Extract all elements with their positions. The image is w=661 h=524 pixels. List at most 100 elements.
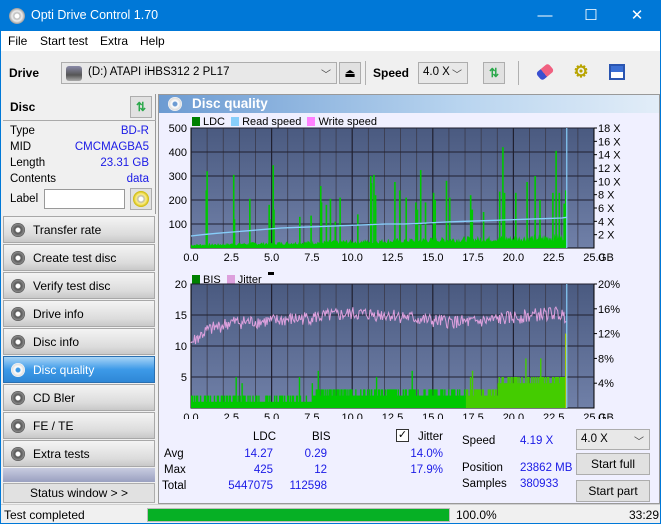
- contents-label: Contents: [10, 173, 57, 185]
- ldc-spike: [563, 203, 565, 248]
- y-right-tick-label: 10 X: [598, 176, 621, 188]
- length-value: 23.31 GB: [100, 157, 149, 169]
- ldc-chart: 100 200 300 400 500 2 X 4 X6 X8 X 10 X12 X14 X 1…: [169, 123, 622, 263]
- menu-help[interactable]: Help: [140, 34, 165, 48]
- ldc-spike: [416, 209, 419, 248]
- jitter-label: Jitter: [418, 431, 443, 443]
- start-part-button[interactable]: Start part: [576, 480, 650, 502]
- ldc-spike: [329, 198, 332, 248]
- separator: [365, 61, 366, 85]
- y-right-tick-label: 8 X: [598, 190, 615, 202]
- ldc-spike: [552, 192, 554, 248]
- app-window: Opti Drive Control 1.70 — ☐ ✕ File Start…: [1, 0, 660, 523]
- ldc-spike: [502, 147, 504, 248]
- nav-spacer: [3, 468, 155, 482]
- drive-select[interactable]: (D:) ATAPI iHBS312 2 PL17 ﹀: [61, 62, 337, 84]
- maximize-button[interactable]: ☐: [568, 0, 614, 31]
- y-tick-label: 300: [169, 171, 187, 183]
- avg-ldc: 14.27: [244, 448, 273, 460]
- total-bis: 112598: [289, 480, 327, 492]
- create-test-disc-icon: [11, 251, 25, 265]
- bis-jitter-chart: 5 10 15 20 4% 8% 12% 16% 20% 0.0 2.5 5.0 7.5 10.0 12.5…: [175, 279, 620, 419]
- disc-quality-icon: [168, 97, 182, 111]
- nav-cd-bler[interactable]: CD Bler: [3, 384, 155, 411]
- eraser-icon: [535, 63, 555, 81]
- settings-button[interactable]: ⚙: [570, 62, 592, 84]
- avg-jitter: 14.0%: [410, 448, 443, 460]
- transfer-rate-icon: [11, 223, 25, 237]
- erase-button[interactable]: [534, 62, 556, 84]
- verify-test-disc-icon: [11, 279, 25, 293]
- separator: [518, 61, 519, 85]
- mid-label: MID: [10, 141, 32, 153]
- length-label: Length: [10, 157, 46, 169]
- nav-create-test-disc[interactable]: Create test disc: [3, 244, 155, 271]
- x-tick-label: 10.0: [341, 412, 362, 419]
- drive-icon: [66, 66, 82, 81]
- eject-icon: ⏏: [344, 66, 356, 80]
- ldc-spike: [419, 170, 422, 248]
- y-tick-label: 500: [169, 123, 187, 135]
- window-title: Opti Drive Control 1.70: [31, 8, 159, 22]
- drive-value: (D:) ATAPI iHBS312 2 PL17: [88, 66, 230, 78]
- ldc-spike: [471, 209, 474, 248]
- start-full-button[interactable]: Start full: [576, 453, 650, 475]
- ldc-spike: [373, 174, 375, 248]
- speed-label: Speed: [373, 66, 410, 80]
- drive-info-icon: [11, 307, 25, 321]
- x-tick-label: 20.0: [503, 252, 524, 263]
- save-button[interactable]: [606, 62, 628, 84]
- nav-extra-tests[interactable]: Extra tests: [3, 440, 155, 467]
- max-jitter: 17.9%: [410, 464, 443, 476]
- nav-disc-quality[interactable]: Disc quality: [3, 356, 155, 383]
- menu-extra[interactable]: Extra: [100, 34, 128, 48]
- ldc-spike: [534, 176, 536, 248]
- x-tick-label: 22.5: [543, 412, 564, 419]
- menu-file[interactable]: File: [8, 34, 27, 48]
- test-speed-select[interactable]: 4.0 X ﹀: [576, 429, 650, 450]
- y-tick-label: 400: [169, 147, 187, 159]
- disc-label-button[interactable]: [130, 188, 152, 210]
- ldc-spike: [539, 200, 541, 248]
- refresh-button[interactable]: ⇅: [483, 62, 505, 84]
- ldc-spike: [434, 200, 437, 248]
- ldc-spike: [249, 198, 251, 248]
- ldc-spike: [448, 197, 451, 248]
- x-tick-label: 5.0: [264, 412, 279, 419]
- speed-select[interactable]: 4.0 X ﹀: [418, 62, 468, 84]
- type-value: BD-R: [120, 125, 149, 137]
- disc-quality-panel: Disc quality LDC Read speed Write speed …: [158, 94, 660, 504]
- jitter-checkbox[interactable]: ✓: [396, 429, 409, 442]
- menu-start-test[interactable]: Start test: [40, 34, 88, 48]
- max-label: Max: [164, 464, 186, 476]
- nav-disc-info[interactable]: Disc info: [3, 328, 155, 355]
- ldc-spike: [558, 192, 561, 248]
- ldc-spike: [515, 192, 517, 248]
- label-input[interactable]: [44, 189, 125, 209]
- ldc-spike: [555, 150, 557, 248]
- position-label: Position: [462, 462, 503, 474]
- nav-transfer-rate[interactable]: Transfer rate: [3, 216, 155, 243]
- close-button[interactable]: ✕: [614, 0, 660, 31]
- nav-fe-te[interactable]: FE / TE: [3, 412, 155, 439]
- status-window-button[interactable]: Status window > >: [3, 483, 155, 503]
- speed-value: 4.0 X: [423, 66, 450, 78]
- disc-refresh-button[interactable]: ⇅: [130, 96, 152, 118]
- nav-verify-test-disc[interactable]: Verify test disc: [3, 272, 155, 299]
- samples-label: Samples: [462, 478, 507, 490]
- x-unit-label: GB: [598, 412, 614, 419]
- x-tick-label: 12.5: [382, 412, 403, 419]
- title-bar: Opti Drive Control 1.70 — ☐ ✕: [1, 0, 660, 31]
- y-right-tick-label: 16 X: [598, 136, 621, 148]
- disc-info-panel: Disc ⇅ Type BD-R MID CMCMAGBA5 Length 23…: [3, 94, 156, 214]
- eject-button[interactable]: ⏏: [339, 62, 361, 84]
- ldc-spike: [269, 219, 271, 248]
- ldc-spike: [339, 197, 341, 248]
- x-tick-label: 7.5: [304, 252, 319, 263]
- max-bis: 12: [314, 464, 327, 476]
- ldc-header: LDC: [253, 431, 277, 443]
- chevron-down-icon: ﹀: [321, 70, 331, 81]
- refresh-icon: ⇅: [488, 66, 500, 80]
- minimize-button[interactable]: —: [522, 0, 568, 31]
- nav-drive-info[interactable]: Drive info: [3, 300, 155, 327]
